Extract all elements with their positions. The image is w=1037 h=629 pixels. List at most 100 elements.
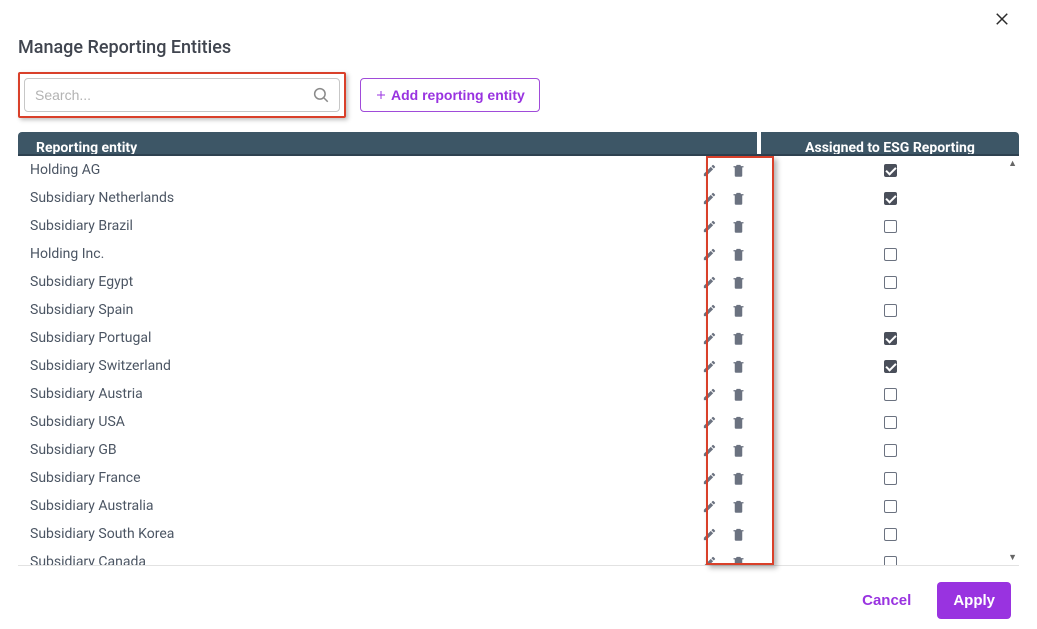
scroll-arrow-down-icon: ▼ — [1008, 552, 1017, 563]
modal-title: Manage Reporting Entities — [18, 37, 1019, 58]
add-button-label: Add reporting entity — [391, 87, 525, 103]
pencil-icon — [702, 191, 717, 206]
table-header: Reporting entity Assigned to ESG Reporti… — [18, 132, 1019, 156]
assigned-checkbox[interactable] — [884, 444, 897, 457]
assigned-cell — [761, 528, 1019, 541]
entity-name: Subsidiary Netherlands — [18, 190, 695, 206]
assigned-cell — [761, 472, 1019, 485]
table-row: Subsidiary USA — [18, 408, 1019, 436]
delete-button[interactable] — [731, 359, 746, 374]
delete-button[interactable] — [731, 471, 746, 486]
table-row: Subsidiary France — [18, 464, 1019, 492]
trash-icon — [731, 247, 746, 262]
entity-name: Subsidiary Australia — [18, 498, 695, 514]
edit-button[interactable] — [702, 191, 717, 206]
edit-button[interactable] — [702, 163, 717, 178]
delete-button[interactable] — [731, 443, 746, 458]
entity-name: Holding Inc. — [18, 246, 695, 262]
delete-button[interactable] — [731, 191, 746, 206]
edit-button[interactable] — [702, 499, 717, 514]
delete-button[interactable] — [731, 303, 746, 318]
delete-button[interactable] — [731, 415, 746, 430]
assigned-cell — [761, 248, 1019, 261]
assigned-checkbox[interactable] — [884, 388, 897, 401]
table-row: Subsidiary Portugal — [18, 324, 1019, 352]
trash-icon — [731, 471, 746, 486]
pencil-icon — [702, 415, 717, 430]
add-reporting-entity-button[interactable]: Add reporting entity — [360, 78, 540, 112]
edit-button[interactable] — [702, 219, 717, 234]
delete-button[interactable] — [731, 499, 746, 514]
edit-button[interactable] — [702, 471, 717, 486]
apply-button[interactable]: Apply — [937, 582, 1011, 619]
edit-button[interactable] — [702, 527, 717, 542]
delete-button[interactable] — [731, 387, 746, 402]
assigned-checkbox[interactable] — [884, 192, 897, 205]
row-actions — [695, 471, 761, 486]
row-actions — [695, 527, 761, 542]
edit-button[interactable] — [702, 331, 717, 346]
assigned-checkbox[interactable] — [884, 164, 897, 177]
edit-button[interactable] — [702, 555, 717, 566]
assigned-checkbox[interactable] — [884, 360, 897, 373]
assigned-checkbox[interactable] — [884, 500, 897, 513]
pencil-icon — [702, 471, 717, 486]
assigned-checkbox[interactable] — [884, 556, 897, 566]
edit-button[interactable] — [702, 415, 717, 430]
delete-button[interactable] — [731, 331, 746, 346]
delete-button[interactable] — [731, 555, 746, 566]
trash-icon — [731, 555, 746, 566]
assigned-cell — [761, 332, 1019, 345]
table-row: Holding Inc. — [18, 240, 1019, 268]
trash-icon — [731, 527, 746, 542]
delete-button[interactable] — [731, 163, 746, 178]
assigned-cell — [761, 416, 1019, 429]
row-actions — [695, 163, 761, 178]
assigned-checkbox[interactable] — [884, 332, 897, 345]
delete-button[interactable] — [731, 527, 746, 542]
table-row: Subsidiary Austria — [18, 380, 1019, 408]
trash-icon — [731, 359, 746, 374]
assigned-checkbox[interactable] — [884, 220, 897, 233]
assigned-checkbox[interactable] — [884, 304, 897, 317]
table-row: Subsidiary Canada — [18, 548, 1019, 565]
entity-name: Holding AG — [18, 162, 695, 178]
column-header-entity: Reporting entity — [18, 132, 757, 154]
row-actions — [695, 219, 761, 234]
assigned-cell — [761, 360, 1019, 373]
assigned-checkbox[interactable] — [884, 248, 897, 261]
row-actions — [695, 275, 761, 290]
edit-button[interactable] — [702, 359, 717, 374]
delete-button[interactable] — [731, 219, 746, 234]
close-icon — [993, 10, 1011, 28]
edit-button[interactable] — [702, 247, 717, 262]
scroll-arrow-up-icon: ▲ — [1008, 158, 1017, 169]
edit-button[interactable] — [702, 387, 717, 402]
delete-button[interactable] — [731, 247, 746, 262]
assigned-checkbox[interactable] — [884, 416, 897, 429]
table-body-container: ▲ ▼ Holding AG Subsidiary Netherlands Subs… — [18, 156, 1019, 566]
table-row: Holding AG — [18, 156, 1019, 184]
row-actions — [695, 331, 761, 346]
row-actions — [695, 443, 761, 458]
table-body-scroll[interactable]: Holding AG Subsidiary Netherlands Subsidia… — [18, 156, 1019, 565]
edit-button[interactable] — [702, 303, 717, 318]
edit-button[interactable] — [702, 275, 717, 290]
delete-button[interactable] — [731, 275, 746, 290]
row-actions — [695, 191, 761, 206]
edit-button[interactable] — [702, 443, 717, 458]
search-input[interactable] — [24, 78, 340, 112]
cancel-button[interactable]: Cancel — [852, 582, 921, 619]
entity-name: Subsidiary Austria — [18, 386, 695, 402]
row-actions — [695, 303, 761, 318]
assigned-cell — [761, 444, 1019, 457]
modal-footer: Cancel Apply — [18, 566, 1019, 629]
trash-icon — [731, 331, 746, 346]
assigned-checkbox[interactable] — [884, 528, 897, 541]
close-button[interactable] — [991, 8, 1013, 33]
entity-name: Subsidiary USA — [18, 414, 695, 430]
assigned-cell — [761, 388, 1019, 401]
assigned-checkbox[interactable] — [884, 472, 897, 485]
assigned-checkbox[interactable] — [884, 276, 897, 289]
search-highlight-box — [18, 72, 346, 118]
